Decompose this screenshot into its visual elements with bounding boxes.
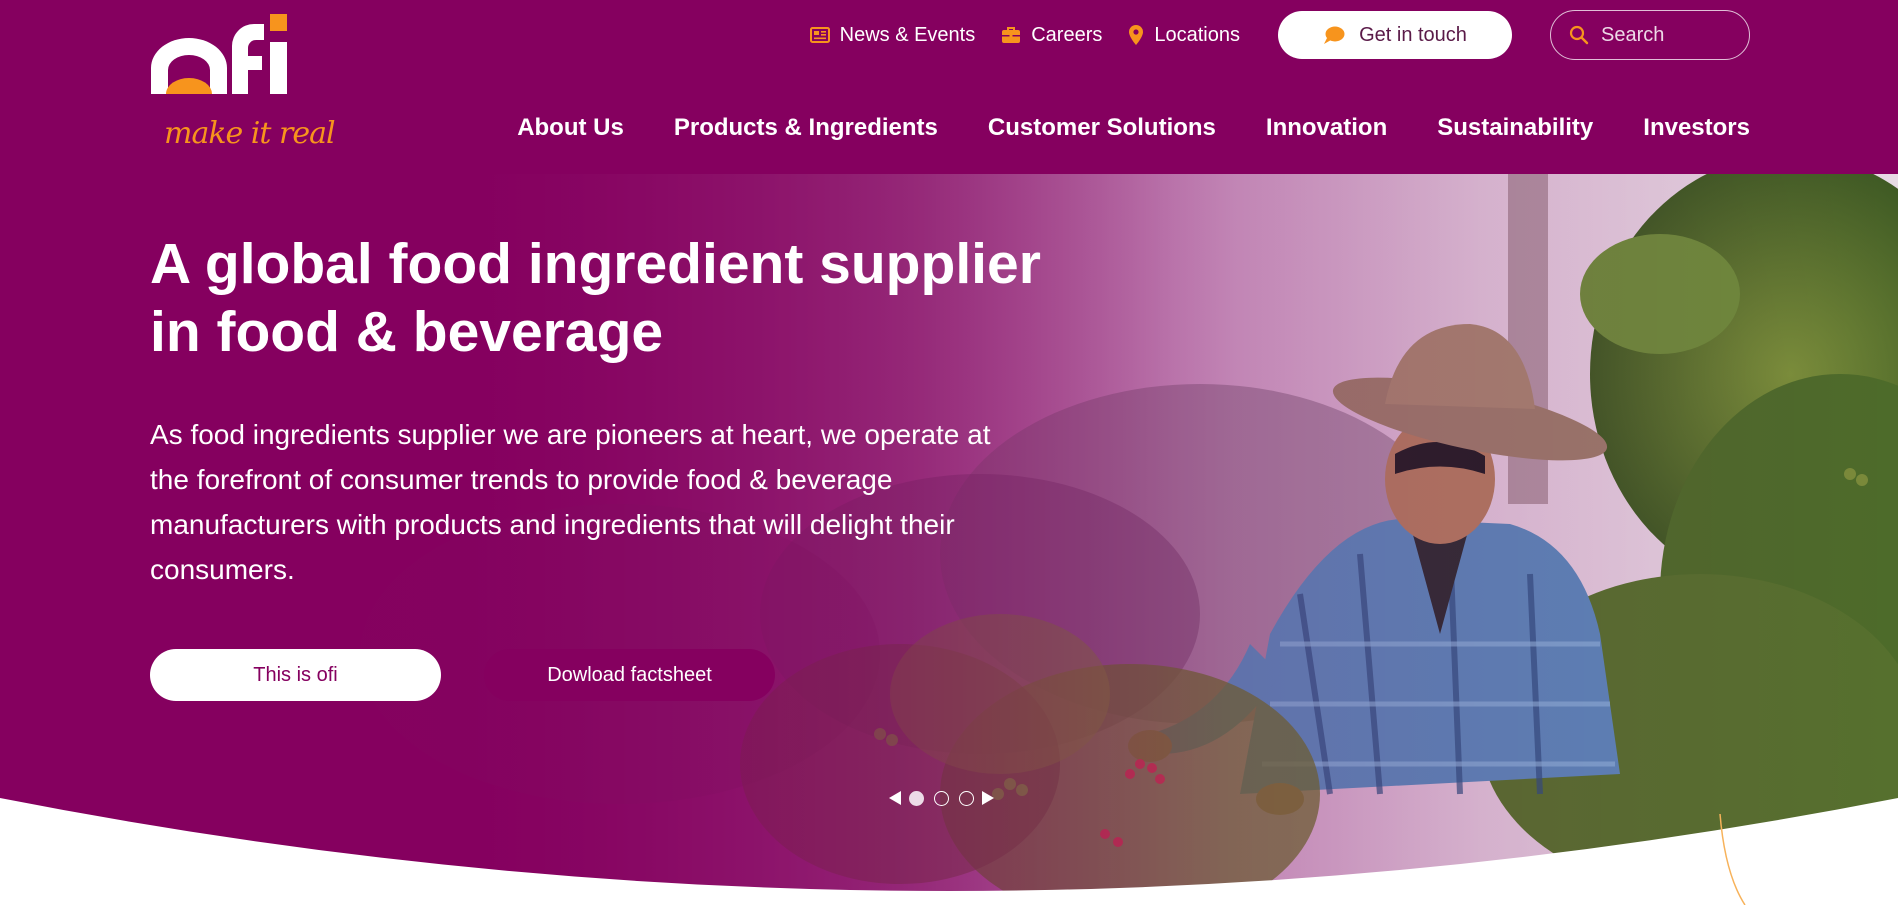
carousel-next-button[interactable] — [979, 789, 997, 807]
nav-customer-solutions[interactable]: Customer Solutions — [988, 114, 1216, 142]
search-box[interactable] — [1550, 10, 1750, 60]
news-events-label: News & Events — [839, 23, 976, 46]
caret-left-icon — [889, 791, 901, 805]
chat-bubble-icon — [1324, 26, 1345, 44]
carousel-dot-3[interactable] — [959, 790, 974, 806]
logo-tagline: make it real — [164, 116, 336, 151]
briefcase-icon — [1002, 27, 1021, 43]
nav-products-ingredients[interactable]: Products & Ingredients — [674, 114, 938, 142]
nav-about-us[interactable]: About Us — [517, 114, 624, 142]
download-factsheet-button[interactable]: Dowload factsheet — [484, 649, 775, 701]
newspaper-icon — [809, 27, 830, 43]
main-nav: About Us Products & Ingredients Customer… — [517, 114, 1750, 142]
hero-description: As food ingredients supplier we are pion… — [150, 419, 991, 585]
get-in-touch-label: Get in touch — [1359, 23, 1467, 46]
carousel-controls — [886, 786, 997, 810]
ofi-logo[interactable]: make it real — [150, 12, 336, 157]
this-is-ofi-button[interactable]: This is ofi — [150, 649, 441, 701]
news-events-link[interactable]: News & Events — [809, 23, 976, 47]
nav-sustainability[interactable]: Sustainability — [1437, 114, 1593, 142]
map-pin-icon — [1129, 25, 1144, 45]
search-input[interactable] — [1601, 23, 1731, 47]
search-icon — [1569, 25, 1589, 45]
nav-investors[interactable]: Investors — [1643, 114, 1750, 142]
site-header: make it real News & Events Careers Locat… — [0, 0, 1898, 174]
locations-label: Locations — [1154, 23, 1240, 46]
nav-innovation[interactable]: Innovation — [1266, 114, 1387, 142]
utility-nav: News & Events Careers Locations Get in t… — [809, 10, 1750, 60]
locations-link[interactable]: Locations — [1128, 24, 1240, 47]
carousel-dot-2[interactable] — [934, 790, 949, 806]
caret-right-icon — [982, 791, 994, 805]
ofi-logo-mark — [151, 14, 287, 94]
carousel-dot-1[interactable] — [909, 790, 924, 806]
hero-banner: A global food ingredient supplier in foo… — [0, 174, 1898, 905]
get-in-touch-button[interactable]: Get in touch — [1278, 11, 1512, 59]
careers-label: Careers — [1031, 23, 1103, 46]
carousel-prev-button[interactable] — [886, 789, 904, 807]
careers-link[interactable]: Careers — [1001, 24, 1102, 47]
hero-title: A global food ingredient supplier in foo… — [150, 232, 1041, 364]
